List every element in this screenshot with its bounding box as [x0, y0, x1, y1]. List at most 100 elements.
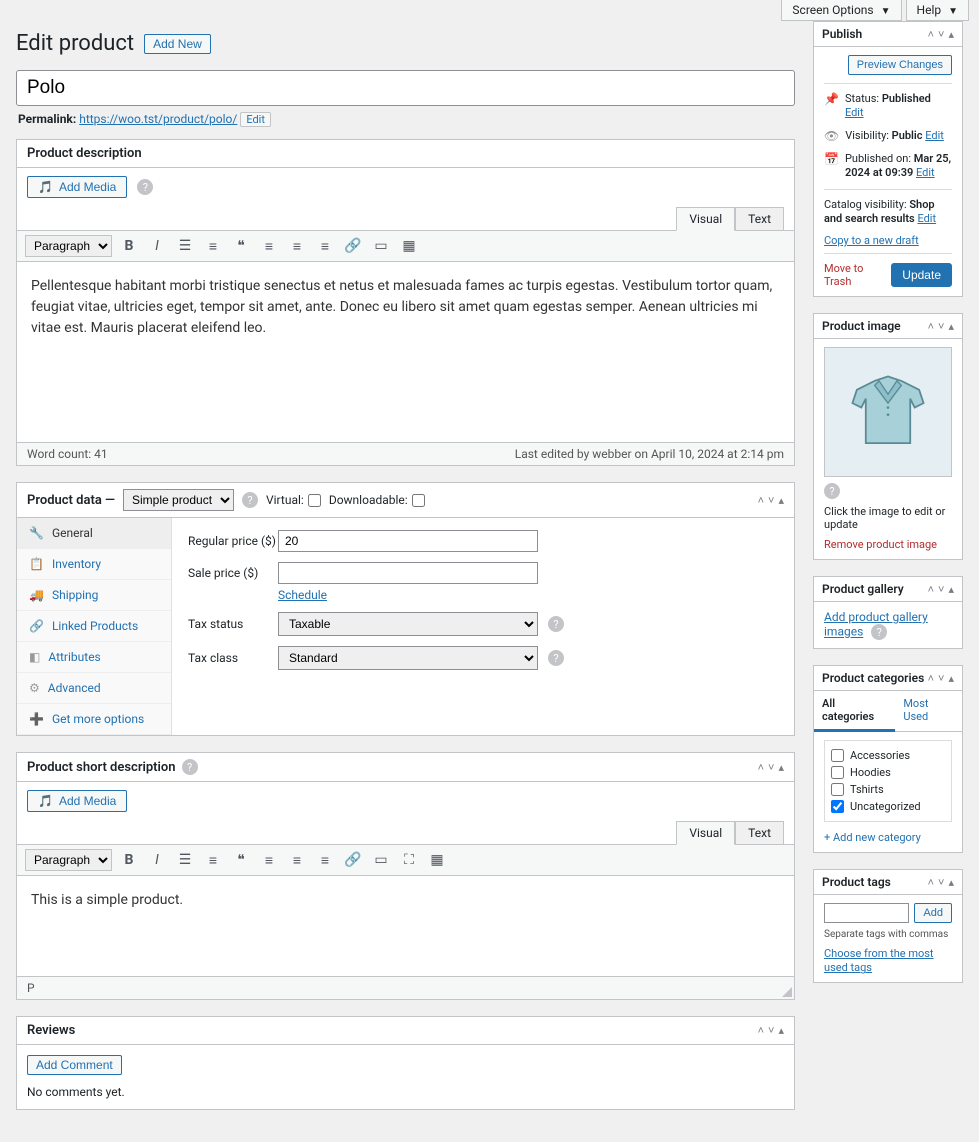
tab-shipping[interactable]: 🚚Shipping — [17, 580, 171, 611]
visual-tab[interactable]: Visual — [676, 821, 735, 845]
gallery-help-icon[interactable]: ? — [871, 624, 887, 640]
product-type-select[interactable]: Simple product — [123, 489, 234, 511]
sale-price-input[interactable] — [278, 562, 538, 584]
add-new-category-link[interactable]: + Add new category — [824, 831, 921, 844]
tab-linked-products[interactable]: 🔗Linked Products — [17, 611, 171, 642]
text-tab[interactable]: Text — [735, 821, 784, 845]
resize-handle-icon[interactable] — [782, 987, 792, 997]
title-input[interactable] — [16, 70, 795, 106]
panel-down-icon[interactable]: ˅ — [938, 320, 944, 333]
categories-tab-most-used[interactable]: Most Used — [895, 691, 962, 731]
catalog-edit-link[interactable]: Edit — [917, 212, 936, 225]
panel-up-icon[interactable]: ˄ — [928, 583, 934, 596]
help-tab[interactable]: Help ▼ — [906, 0, 969, 21]
panel-up-icon[interactable]: ˄ — [758, 1024, 764, 1037]
toolbar-toggle-icon[interactable]: ▦ — [398, 235, 420, 257]
category-checkbox[interactable] — [831, 783, 844, 796]
tax-class-select[interactable]: Standard — [278, 646, 538, 670]
bold-icon[interactable]: B — [118, 235, 140, 257]
status-edit-link[interactable]: Edit — [845, 106, 864, 119]
numbered-list-icon[interactable]: ≡ — [202, 235, 224, 257]
category-checkbox[interactable] — [831, 766, 844, 779]
fullscreen-icon[interactable]: ⛶ — [398, 849, 420, 871]
align-right-icon[interactable]: ≡ — [314, 235, 336, 257]
tab-advanced[interactable]: ⚙Advanced — [17, 673, 171, 704]
italic-icon[interactable]: I — [146, 235, 168, 257]
category-item[interactable]: Tshirts — [831, 781, 945, 798]
toolbar-toggle-icon[interactable]: ▦ — [426, 849, 448, 871]
visual-tab[interactable]: Visual — [676, 207, 735, 231]
align-left-icon[interactable]: ≡ — [258, 235, 280, 257]
virtual-checkbox[interactable] — [308, 494, 321, 507]
tab-inventory[interactable]: 📋Inventory — [17, 549, 171, 580]
add-media-button[interactable]: 🎵 Add Media — [27, 790, 127, 812]
date-edit-link[interactable]: Edit — [916, 166, 935, 179]
panel-up-icon[interactable]: ˄ — [928, 28, 934, 41]
category-item[interactable]: Uncategorized — [831, 798, 945, 815]
schedule-link[interactable]: Schedule — [278, 588, 778, 602]
panel-down-icon[interactable]: ˅ — [768, 761, 774, 774]
link-icon[interactable]: 🔗 — [342, 849, 364, 871]
permalink-edit-button[interactable]: Edit — [240, 112, 271, 127]
bold-icon[interactable]: B — [118, 849, 140, 871]
add-media-button[interactable]: 🎵 Add Media — [27, 176, 127, 198]
bullet-list-icon[interactable]: ☰ — [174, 235, 196, 257]
numbered-list-icon[interactable]: ≡ — [202, 849, 224, 871]
copy-to-draft-link[interactable]: Copy to a new draft — [824, 234, 952, 247]
tax-class-help-icon[interactable]: ? — [548, 650, 564, 666]
remove-image-link[interactable]: Remove product image — [824, 538, 937, 551]
tab-general[interactable]: 🔧General — [17, 518, 171, 549]
visibility-edit-link[interactable]: Edit — [925, 129, 944, 142]
align-center-icon[interactable]: ≡ — [286, 849, 308, 871]
description-help-icon[interactable]: ? — [137, 179, 153, 195]
panel-toggle-icon[interactable]: ▴ — [778, 1024, 784, 1037]
tax-status-select[interactable]: Taxable — [278, 612, 538, 636]
tab-get-more[interactable]: ➕Get more options — [17, 704, 171, 735]
align-left-icon[interactable]: ≡ — [258, 849, 280, 871]
panel-toggle-icon[interactable]: ▴ — [948, 28, 954, 41]
link-icon[interactable]: 🔗 — [342, 235, 364, 257]
align-right-icon[interactable]: ≡ — [314, 849, 336, 871]
panel-up-icon[interactable]: ˄ — [928, 320, 934, 333]
readmore-icon[interactable]: ▭ — [370, 849, 392, 871]
align-center-icon[interactable]: ≡ — [286, 235, 308, 257]
preview-button[interactable]: Preview Changes — [848, 55, 952, 75]
panel-up-icon[interactable]: ˄ — [758, 494, 764, 507]
panel-toggle-icon[interactable]: ▴ — [948, 672, 954, 685]
screen-options-tab[interactable]: Screen Options ▼ — [781, 0, 901, 21]
paragraph-select[interactable]: Paragraph — [25, 235, 112, 257]
move-to-trash-link[interactable]: Move to Trash — [824, 262, 891, 288]
category-item[interactable]: Hoodies — [831, 764, 945, 781]
quote-icon[interactable]: ❝ — [230, 235, 252, 257]
panel-down-icon[interactable]: ˅ — [768, 1024, 774, 1037]
regular-price-input[interactable] — [278, 530, 538, 552]
panel-toggle-icon[interactable]: ▴ — [948, 876, 954, 889]
update-button[interactable]: Update — [891, 263, 952, 287]
panel-toggle-icon[interactable]: ▴ — [778, 494, 784, 507]
panel-down-icon[interactable]: ˅ — [938, 583, 944, 596]
add-new-button[interactable]: Add New — [144, 34, 211, 54]
text-tab[interactable]: Text — [735, 207, 784, 231]
panel-up-icon[interactable]: ˄ — [928, 876, 934, 889]
category-checkbox[interactable] — [831, 800, 844, 813]
image-help-icon[interactable]: ? — [824, 483, 840, 499]
description-editor[interactable]: Pellentesque habitant morbi tristique se… — [17, 262, 794, 442]
panel-toggle-icon[interactable]: ▴ — [948, 583, 954, 596]
add-tag-button[interactable]: Add — [914, 903, 952, 923]
paragraph-select[interactable]: Paragraph — [25, 849, 112, 871]
categories-tab-all[interactable]: All categories — [814, 691, 895, 732]
product-image[interactable] — [824, 347, 952, 477]
choose-tags-link[interactable]: Choose from the most used tags — [824, 947, 934, 974]
panel-down-icon[interactable]: ˅ — [938, 672, 944, 685]
category-item[interactable]: Accessories — [831, 747, 945, 764]
panel-up-icon[interactable]: ˄ — [928, 672, 934, 685]
italic-icon[interactable]: I — [146, 849, 168, 871]
tab-attributes[interactable]: ◧Attributes — [17, 642, 171, 673]
panel-down-icon[interactable]: ˅ — [768, 494, 774, 507]
downloadable-checkbox[interactable] — [412, 494, 425, 507]
readmore-icon[interactable]: ▭ — [370, 235, 392, 257]
panel-down-icon[interactable]: ˅ — [938, 28, 944, 41]
product-type-help-icon[interactable]: ? — [242, 492, 258, 508]
panel-toggle-icon[interactable]: ▴ — [778, 761, 784, 774]
add-comment-button[interactable]: Add Comment — [27, 1055, 122, 1075]
